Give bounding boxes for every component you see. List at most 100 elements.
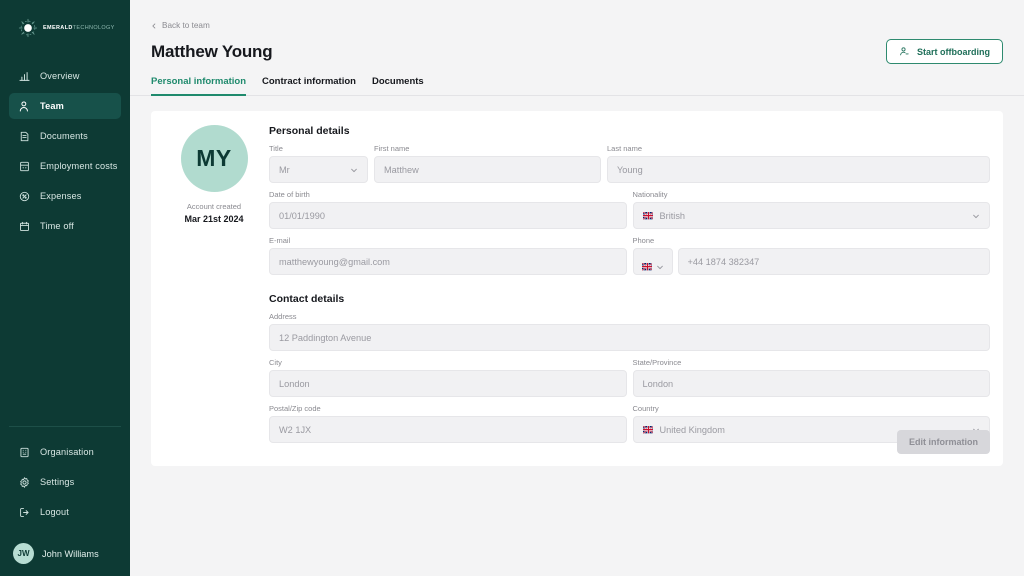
building-icon: [18, 446, 31, 459]
form-row-name: Title Mr First name Matthew Last name Yo…: [269, 144, 990, 183]
form-row-email-phone: E-mail matthewyoung@gmail.com Phone +44 …: [269, 236, 990, 275]
form-row-address: Address 12 Paddington Avenue: [269, 312, 990, 351]
account-created-label: Account created: [186, 202, 242, 211]
sidebar-item-employment-costs[interactable]: Employment costs: [9, 153, 121, 179]
account-created-date: Mar 21st 2024: [184, 214, 244, 224]
back-to-team-link[interactable]: Back to team: [151, 21, 210, 30]
sidebar-item-label: Expenses: [40, 191, 82, 201]
state-value: London: [642, 378, 674, 389]
email-value: matthewyoung@gmail.com: [279, 256, 390, 267]
back-to-team-label: Back to team: [162, 20, 210, 30]
sidebar-item-team[interactable]: Team: [9, 93, 121, 119]
sidebar-item-organisation[interactable]: Organisation: [9, 439, 121, 465]
postal-code-input[interactable]: W2 1JX: [269, 416, 627, 443]
title-value: Mr: [279, 164, 290, 175]
country-value: United Kingdom: [659, 424, 725, 435]
sidebar-item-label: Settings: [40, 477, 75, 487]
first-name-value: Matthew: [384, 164, 419, 175]
field-label: Date of birth: [269, 190, 310, 199]
logout-icon: [18, 506, 31, 519]
address-input[interactable]: 12 Paddington Avenue: [269, 324, 990, 351]
topbar: Back to team Matthew Young Start offboar…: [130, 0, 1024, 64]
sidebar-item-label: Documents: [40, 131, 88, 141]
bar-chart-icon: [18, 70, 31, 83]
uk-flag-icon: [642, 211, 654, 221]
date-of-birth-input[interactable]: 01/01/1990: [269, 202, 627, 229]
brand-name-light: TECHNOLOGY: [72, 25, 115, 31]
document-icon: [18, 130, 31, 143]
last-name-value: Young: [617, 164, 643, 175]
city-input[interactable]: London: [269, 370, 627, 397]
field-first-name: First name Matthew: [374, 144, 601, 183]
phone-country-select[interactable]: [632, 248, 673, 275]
emerald-logo-icon: [18, 18, 38, 38]
start-offboarding-label: Start offboarding: [917, 46, 990, 57]
nationality-value: British: [659, 210, 686, 221]
sidebar-item-label: Time off: [40, 221, 74, 231]
field-date-of-birth: Date of birth 01/01/1990: [269, 190, 627, 229]
city-value: London: [279, 378, 310, 389]
tab-bar: Personal information Contract informatio…: [130, 76, 1024, 96]
page-title: Matthew Young: [151, 41, 273, 61]
sidebar: EMERALDTECHNOLOGY Overview Team Document…: [0, 0, 130, 576]
personal-details-heading: Personal details: [269, 125, 350, 137]
form-row-dob-nationality: Date of birth 01/01/1990 Nationality Bri…: [269, 190, 990, 229]
brand-logo[interactable]: EMERALDTECHNOLOGY: [0, 0, 130, 42]
sidebar-item-expenses[interactable]: Expenses: [9, 183, 121, 209]
field-phone: Phone +44 1874 382347: [632, 236, 990, 275]
sidebar-item-label: Team: [40, 101, 64, 111]
sidebar-item-label: Organisation: [40, 447, 94, 457]
edit-information-button[interactable]: Edit information: [897, 430, 990, 454]
brand-name-bold: EMERALD: [43, 25, 73, 31]
sidebar-item-overview[interactable]: Overview: [9, 63, 121, 89]
nationality-select[interactable]: British: [632, 202, 990, 229]
field-label: Postal/Zip code: [269, 404, 321, 413]
uk-flag-icon: [642, 425, 654, 435]
state-input[interactable]: London: [632, 370, 990, 397]
field-last-name: Last name Young: [607, 144, 990, 183]
field-label: E-mail: [269, 236, 291, 245]
tab-documents[interactable]: Documents: [364, 76, 432, 95]
sidebar-nav: Overview Team Documents Employment costs…: [0, 63, 130, 239]
first-name-input[interactable]: Matthew: [374, 156, 601, 183]
address-value: 12 Paddington Avenue: [279, 332, 372, 343]
tab-contract-information[interactable]: Contract information: [254, 76, 364, 95]
app-root: EMERALDTECHNOLOGY Overview Team Document…: [0, 0, 1024, 576]
calendar-icon: [18, 220, 31, 233]
people-icon: [18, 100, 31, 113]
form-row-city-state: City London State/Province London: [269, 358, 990, 397]
field-label: Title: [269, 144, 283, 153]
sidebar-item-settings[interactable]: Settings: [9, 469, 121, 495]
field-label: Address: [269, 312, 297, 321]
field-label: City: [269, 358, 282, 367]
phone-number-value: +44 1874 382347: [687, 256, 760, 267]
start-offboarding-button[interactable]: Start offboarding: [886, 39, 1003, 64]
gear-icon: [18, 476, 31, 489]
phone-number-input[interactable]: +44 1874 382347: [677, 248, 990, 275]
field-address: Address 12 Paddington Avenue: [269, 312, 990, 351]
card-footer: Edit information: [897, 430, 990, 454]
coin-percent-icon: [18, 190, 31, 203]
email-input[interactable]: matthewyoung@gmail.com: [269, 248, 627, 275]
sidebar-user-name: John Williams: [42, 548, 99, 559]
sidebar-user-profile[interactable]: JW John Williams: [9, 543, 121, 564]
contact-details-heading: Contact details: [269, 293, 345, 305]
sidebar-item-label: Overview: [40, 71, 80, 81]
field-state: State/Province London: [632, 358, 990, 397]
avatar: MY: [180, 125, 248, 192]
field-label: First name: [374, 144, 410, 153]
sidebar-item-documents[interactable]: Documents: [9, 123, 121, 149]
field-label: State/Province: [632, 358, 682, 367]
sidebar-item-logout[interactable]: Logout: [9, 499, 121, 525]
sidebar-divider: [9, 426, 121, 427]
field-label: Phone: [632, 236, 655, 245]
field-label: Country: [632, 404, 659, 413]
last-name-input[interactable]: Young: [607, 156, 990, 183]
avatar: JW: [13, 543, 34, 564]
tab-personal-information[interactable]: Personal information: [151, 76, 254, 96]
sidebar-item-time-off[interactable]: Time off: [9, 213, 121, 239]
profile-summary: MY Account created Mar 21st 2024: [164, 125, 264, 466]
field-title: Title Mr: [269, 144, 368, 183]
field-label: Nationality: [632, 190, 668, 199]
title-select[interactable]: Mr: [269, 156, 368, 183]
